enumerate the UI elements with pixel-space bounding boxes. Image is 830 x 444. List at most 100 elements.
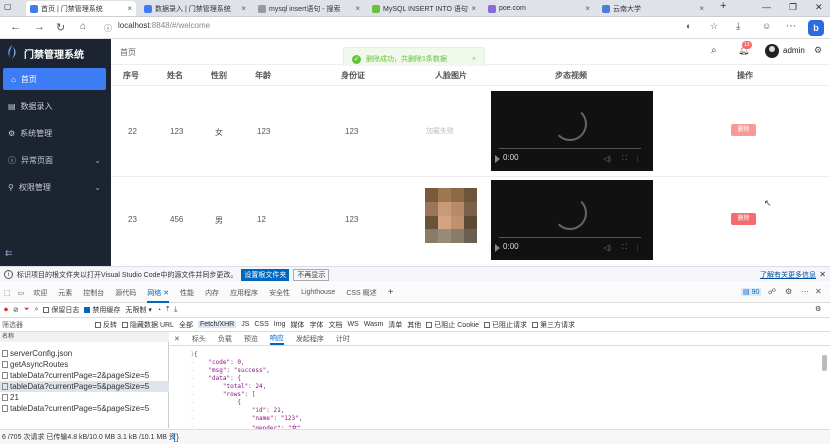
sidebar-item-data-entry[interactable]: ▤ 数据录入 [0,95,111,117]
sidebar-item-system[interactable]: ⚙ 系统管理 [0,122,111,144]
close-tab-icon[interactable]: × [585,4,590,13]
filter-type-css[interactable]: CSS [254,321,268,328]
gait-video-player[interactable]: 0:00 ◁) ⛶ ⋮ [491,91,653,171]
volume-icon[interactable]: ◁) [603,155,611,163]
gait-video-player[interactable]: 0:00 ◁) ⛶ ⋮ [491,180,653,260]
devtools-tab-lighthouse[interactable]: Lighthouse [301,289,335,296]
close-devtools-icon[interactable]: ✕ [815,287,822,296]
detail-tab-initiator[interactable]: 发起程序 [296,334,324,344]
forward-arrow-icon[interactable]: → [34,21,45,33]
request-item[interactable]: getAsyncRoutes [0,359,169,370]
video-more-icon[interactable]: ⋮ [634,155,641,163]
devtools-tab-welcome[interactable]: 欢迎 [33,288,47,298]
detail-tab-payload[interactable]: 负载 [218,334,232,344]
bing-copilot-icon[interactable]: b [808,20,824,36]
url-field[interactable]: localhost:8848/#/welcome [118,21,210,30]
request-item[interactable]: tableData?currentPage=5&pageSize=5 [0,381,169,392]
back-arrow-icon[interactable]: ← [10,21,21,33]
search-icon[interactable]: ⌕ [711,45,717,56]
wifi-icon[interactable]: ◔ [157,307,161,314]
devtools-tab-elements[interactable]: 元素 [58,288,72,298]
home-icon[interactable]: ⌂ [80,21,86,32]
sidebar-item-permissions[interactable]: ⚲ 权限管理 ⌄ [0,176,111,198]
profile-icon[interactable]: ☺ [762,21,771,31]
close-icon[interactable]: ✕ [819,270,826,279]
request-item[interactable]: tableData?currentPage=5&pageSize=5 [0,403,169,414]
delete-button[interactable]: 删除 [731,213,756,225]
download-icon[interactable]: ⤓ [174,306,177,314]
disable-cache-checkbox[interactable]: 禁用缓存 [84,305,120,315]
gear-icon[interactable]: ⚙ [814,45,822,56]
response-scrollbar[interactable] [822,355,827,371]
volume-icon[interactable]: ◁) [603,244,611,252]
blocked-requests-checkbox[interactable]: 已阻止请求 [484,320,527,330]
filter-type-doc[interactable]: 文档 [328,320,342,330]
filter-type-manifest[interactable]: 清单 [388,320,402,330]
hide-data-urls-checkbox[interactable]: 隐藏数据 URL [122,320,174,330]
browser-tab-data-entry[interactable]: 数据录入 | 门禁管理系统 × [140,1,250,16]
share-icon[interactable]: ☍ [768,287,776,296]
reload-icon[interactable]: ↻ [56,21,65,34]
close-tab-icon[interactable]: × [355,4,360,13]
extensions-icon[interactable]: ◐ [686,21,691,31]
filter-type-media[interactable]: 媒体 [290,320,304,330]
more-icon[interactable]: ⋯ [801,287,809,296]
username[interactable]: admin [783,46,805,55]
close-toast-icon[interactable]: × [472,56,476,63]
video-progress-bar[interactable] [499,148,641,149]
devtools-tab-security[interactable]: 安全性 [269,288,290,298]
settings-icon[interactable]: ⚙ [785,287,792,296]
record-icon[interactable]: ⏺ [4,305,8,315]
third-party-checkbox[interactable]: 第三方请求 [532,320,575,330]
devtools-tab-network[interactable]: 网络 ✕ [147,288,170,303]
learn-more-link[interactable]: 了解有关更多信息 [760,270,816,280]
devtools-tab-memory[interactable]: 内存 [205,288,219,298]
devtools-tab-application[interactable]: 应用程序 [230,288,258,298]
request-item[interactable]: 21 [0,392,169,403]
avatar[interactable] [765,44,779,58]
filter-type-all[interactable]: 全部 [179,320,193,330]
detail-tab-timing[interactable]: 计时 [336,334,350,344]
close-detail-icon[interactable]: ✕ [174,335,180,343]
devtools-tab-css-overview[interactable]: CSS 概述 [346,288,376,298]
detail-tab-headers[interactable]: 标头 [192,334,206,344]
filter-type-fetch-xhr[interactable]: Fetch/XHR [197,321,237,328]
more-menu-icon[interactable]: ⋯ [786,21,796,32]
detail-tab-preview[interactable]: 预览 [244,334,258,344]
close-tab-icon[interactable]: × [127,4,132,13]
filter-type-other[interactable]: 其他 [407,320,421,330]
sidebar-item-error-pages[interactable]: ⓘ 异常页面 ⌄ [0,149,111,171]
video-more-icon[interactable]: ⋮ [634,244,641,252]
play-icon[interactable] [495,155,500,163]
devtools-tab-sources[interactable]: 源代码 [115,288,136,298]
filter-type-ws[interactable]: WS [347,321,358,328]
filter-type-wasm[interactable]: Wasm [364,321,384,328]
maximize-button[interactable]: ❐ [789,2,797,13]
filter-type-img[interactable]: Img [274,321,286,328]
request-item[interactable]: tableData?currentPage=2&pageSize=5 [0,370,169,381]
favorites-icon[interactable]: ☆ [710,21,718,32]
close-tab-icon[interactable]: × [699,4,704,13]
download-icon[interactable]: ⤓ [736,21,740,32]
preserve-log-checkbox[interactable]: 保留日志 [43,305,79,315]
invert-checkbox[interactable]: 反转 [95,320,117,330]
request-item[interactable]: serverConfig.json [0,348,169,359]
minimize-button[interactable]: — [762,2,771,12]
filter-input[interactable]: 筛选器 [2,320,90,330]
browser-tab-search[interactable]: mysql insert语句 - 搜索 × [254,1,364,16]
fullscreen-icon[interactable]: ⛶ [622,155,627,163]
close-tab-icon[interactable]: × [241,4,246,13]
info-icon[interactable]: ⓘ [104,23,112,34]
new-tab-button[interactable]: + [720,0,726,12]
search-icon[interactable]: ⌕ [34,306,38,314]
tab-actions-icon[interactable]: ▢ [4,2,12,11]
set-root-folder-button[interactable]: 设置根文件夹 [241,268,290,281]
inspect-icon[interactable]: ⬚ [4,289,11,297]
throttling-select[interactable]: 无限制 ▾ [125,305,151,315]
network-settings-icon[interactable]: ⚙ [815,305,821,313]
filter-icon[interactable]: ⏷ [24,306,30,314]
pretty-print-icon[interactable]: {} [173,432,179,442]
browser-tab-home[interactable]: 首页 | 门禁管理系统 × [26,1,136,16]
detail-tab-response[interactable]: 响应 [269,333,284,345]
browser-tab-poe[interactable]: poe.com × [484,1,594,16]
